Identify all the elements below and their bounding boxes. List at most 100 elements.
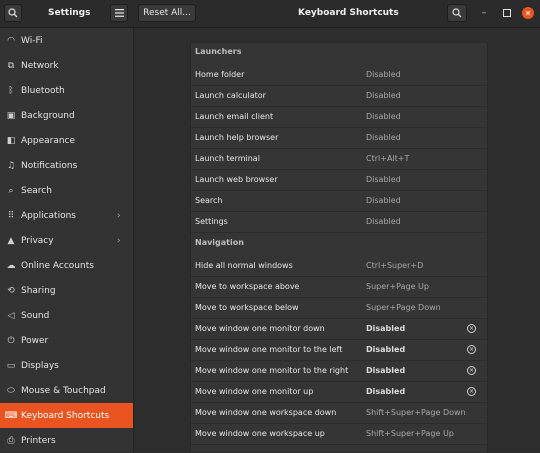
shortcut-row[interactable]: Move window one workspace up Shift+Super+… [191,424,487,445]
power-icon: ⏻ [7,335,15,346]
reset-shortcut-icon[interactable]: × [467,345,476,354]
sidebar-item-mouse-touchpad[interactable]: ⬭ Mouse & Touchpad [0,378,133,403]
shortcut-row[interactable]: Move window one monitor down Disabled × [191,319,487,340]
shortcut-name: Move window one monitor to the left [195,345,343,354]
sidebar-item-applications[interactable]: ⠿ Applications › [0,203,133,228]
shortcut-row[interactable]: Hide all normal windows Ctrl+Super+D [191,256,487,277]
shortcut-accelerator: Super+Page Down [366,303,441,312]
reset-shortcut-icon[interactable]: × [467,366,476,375]
sidebar-item-label: Notifications [21,160,78,171]
shortcut-name: Launch terminal [195,154,260,163]
section-heading: Launchers [195,47,242,56]
sidebar-item-privacy[interactable]: ▲ Privacy › [0,228,133,253]
reset-all-button[interactable]: Reset All... [138,4,196,22]
sidebar-item-background[interactable]: ▣ Background [0,103,133,128]
shortcut-name: Move window one workspace down [195,408,337,417]
sidebar-item-label: Sound [21,310,50,321]
appearance-icon: ◧ [6,135,16,146]
background-icon: ▣ [6,110,16,121]
sidebar-item-notifications[interactable]: ♫ Notifications [0,153,133,178]
shortcut-accelerator: Disabled [366,366,406,375]
shortcut-row[interactable]: Settings Disabled [191,212,487,233]
shortcut-accelerator: Disabled [366,387,406,396]
shortcut-row[interactable]: Launch help browser Disabled [191,128,487,149]
shortcut-row[interactable]: Home folder Disabled [191,65,487,86]
sidebar-item-sound[interactable]: ◁ Sound [0,303,133,328]
shortcut-row[interactable]: Move window one workspace down Shift+Supe… [191,403,487,424]
minimize-icon: – [481,8,487,18]
shortcut-row[interactable]: Move to workspace above Super+Page Up [191,277,487,298]
sidebar-item-printers[interactable]: ⎙ Printers [0,428,133,453]
section-heading: Navigation [195,238,244,247]
sidebar-item-label: Bluetooth [21,85,65,96]
mouse-icon: ⬭ [7,385,15,396]
sidebar-item-label: Keyboard Shortcuts [21,410,110,421]
reset-shortcut-icon[interactable]: × [467,324,476,333]
shortcut-row[interactable]: Launch web browser Disabled [191,170,487,191]
minimize-button[interactable]: – [478,7,490,19]
bluetooth-icon: ᛒ [8,85,14,96]
shortcut-row[interactable]: Launch terminal Ctrl+Alt+T [191,149,487,170]
shortcut-accelerator: Shift+Super+Page Up [366,429,454,438]
shortcut-accelerator: Disabled [366,196,401,205]
sidebar-item-label: Displays [21,360,59,371]
sharing-icon: ⟲ [7,285,15,296]
sidebar-item-wi-fi[interactable]: ◠ Wi-Fi [0,28,133,53]
sidebar-item-label: Privacy [21,235,54,246]
shortcut-accelerator: Disabled [366,175,401,184]
shortcut-row[interactable]: Launch email client Disabled [191,107,487,128]
display-icon: ▭ [6,360,16,371]
shortcut-search-button[interactable] [447,4,467,22]
search-button[interactable] [4,4,22,22]
shortcuts-list: Launchers Home folder Disabled Launch calcu… [190,43,488,452]
shortcut-accelerator: Disabled [366,217,401,226]
hamburger-menu-icon [114,9,124,17]
sidebar-item-power[interactable]: ⏻ Power [0,328,133,353]
shortcut-row[interactable]: Move window one monitor up Disabled × [191,382,487,403]
sidebar-item-label: Printers [21,435,56,446]
close-button[interactable]: ✕ [522,7,534,19]
search-icon: ⌕ [8,185,14,196]
shortcut-accelerator: Disabled [366,324,406,333]
sidebar: ◠ Wi-Fi ⧉ Network ᛒ Bluetooth ▣ Background ◧ Appe… [0,28,134,452]
shortcut-row[interactable]: Move to workspace below Super+Page Down [191,298,487,319]
sidebar-item-label: Appearance [21,135,76,146]
sidebar-item-displays[interactable]: ▭ Displays [0,353,133,378]
privacy-icon: ▲ [7,235,15,246]
shortcut-name: Home folder [195,70,245,79]
shortcut-row[interactable]: Move window one monitor to the left Disab… [191,340,487,361]
sidebar-item-label: Background [21,110,75,121]
sidebar-item-network[interactable]: ⧉ Network [0,53,133,78]
shortcut-name: Move window one monitor to the right [195,366,349,375]
search-icon [8,8,18,18]
app-title: Settings [48,8,91,18]
sidebar-item-label: Online Accounts [21,260,94,271]
shortcut-row[interactable]: Launch calculator Disabled [191,86,487,107]
maximize-button[interactable] [501,7,513,19]
page-title: Keyboard Shortcuts [298,8,399,18]
shortcut-name: Launch calculator [195,91,266,100]
shortcut-accelerator: Shift+Super+Page Down [366,408,466,417]
sidebar-item-sharing[interactable]: ⟲ Sharing [0,278,133,303]
sidebar-item-keyboard-shortcuts[interactable]: ⌨ Keyboard Shortcuts [0,403,133,428]
header-bar: Settings Reset All... Keyboard Shortcuts… [0,0,540,28]
shortcut-accelerator: Disabled [366,91,401,100]
shortcut-name: Move to workspace above [195,282,300,291]
shortcut-row[interactable]: Search Disabled [191,191,487,212]
sidebar-item-search[interactable]: ⌕ Search [0,178,133,203]
sidebar-item-appearance[interactable]: ◧ Appearance [0,128,133,153]
shortcut-name: Move window one workspace up [195,429,325,438]
shortcut-accelerator: Disabled [366,345,406,354]
sidebar-item-bluetooth[interactable]: ᛒ Bluetooth [0,78,133,103]
wifi-icon: ◠ [7,35,15,46]
main-content: Launchers Home folder Disabled Launch calcu… [134,28,540,452]
network-icon: ⧉ [7,60,15,71]
reset-shortcut-icon[interactable]: × [467,387,476,396]
close-icon: ✕ [524,8,532,18]
sidebar-item-online-accounts[interactable]: ☁ Online Accounts [0,253,133,278]
shortcut-name: Search [195,196,223,205]
maximize-icon [503,9,511,17]
shortcut-name: Hide all normal windows [195,261,293,270]
shortcut-row[interactable]: Move window one monitor to the right Disa… [191,361,487,382]
menu-button[interactable] [110,4,128,22]
